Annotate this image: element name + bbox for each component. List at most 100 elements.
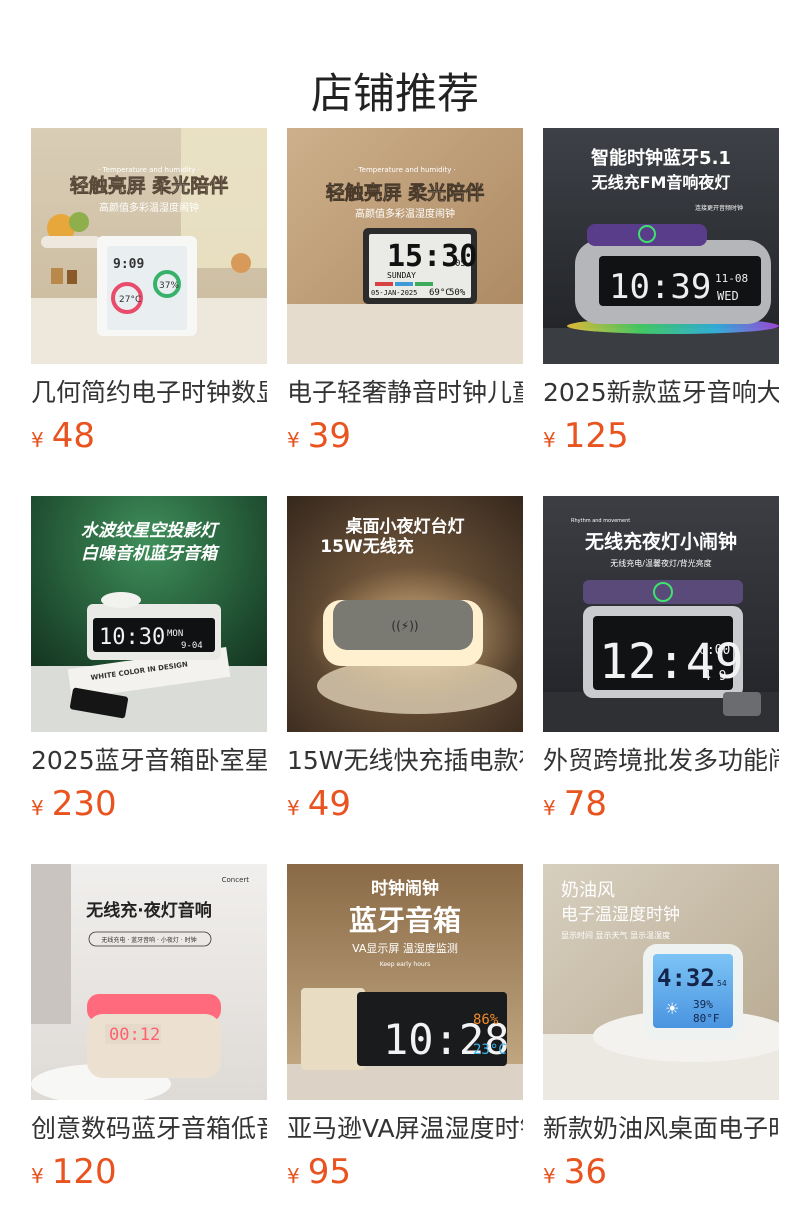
product-price: ¥120 (31, 1152, 267, 1192)
display-temp: 23°C (473, 1042, 507, 1058)
product-price: ¥230 (31, 784, 267, 824)
product-image[interactable]: 奶油风 电子温湿度时钟 显示时间 显示天气 显示温湿度 4:32 54 39% … (543, 864, 779, 1100)
price-value: 36 (563, 1152, 607, 1192)
image-headline: 无线充夜灯小闹钟 (585, 530, 737, 553)
image-subline: 显示时间 显示天气 显示温湿度 (561, 930, 670, 940)
currency-symbol: ¥ (31, 428, 44, 452)
currency-symbol: ¥ (543, 1164, 556, 1188)
price-value: 49 (307, 784, 351, 824)
image-headline-2: 电子温湿度时钟 (561, 905, 680, 925)
display-time: 4:32 (657, 964, 715, 992)
display-humidity: 50% (449, 288, 466, 298)
product-image[interactable]: Rhythm and movement 无线充夜灯小闹钟 无线充电/温馨夜灯/背… (543, 496, 779, 732)
product-name[interactable]: 2025蓝牙音箱卧室星空投影灯 (31, 744, 267, 778)
product-image[interactable]: Concert 无线充·夜灯音响 无线充电 · 蓝牙音响 · 小夜灯 · 时钟 … (31, 864, 267, 1100)
image-headline: 奶油风 (561, 880, 615, 901)
currency-symbol: ¥ (287, 1164, 300, 1188)
product-image[interactable]: 桌面小夜灯台灯 15W无线充 ((⚡)) (287, 496, 523, 732)
image-tag: · Temperature and humidity · (98, 166, 200, 174)
price-value: 230 (51, 784, 117, 824)
product-card[interactable]: 水波纹星空投影灯 白噪音机蓝牙音箱 10:30 MON 9-04 WHITE C… (31, 496, 267, 824)
product-card[interactable]: Rhythm and movement 无线充夜灯小闹钟 无线充电/温馨夜灯/背… (543, 496, 779, 824)
product-name[interactable]: 亚马逊VA屏温湿度时钟闹钟 (287, 1112, 523, 1146)
image-subline: 高颜值多彩温湿度闹钟 (355, 207, 455, 220)
product-image[interactable]: · Temperature and humidity · 轻触亮屏 柔光陪伴 高… (287, 128, 523, 364)
image-headline: 轻触亮屏 柔光陪伴 (326, 181, 485, 204)
image-subline: VA显示屏 温湿度监测 (352, 941, 458, 955)
product-card[interactable]: Concert 无线充·夜灯音响 无线充电 · 蓝牙音响 · 小夜灯 · 时钟 … (31, 864, 267, 1192)
display-date: 4 9 (703, 669, 726, 684)
display-alarm: 6:00 (699, 643, 730, 658)
image-subline: 无线充FM音响夜灯 (591, 173, 731, 192)
display-day: SUNDAY (387, 271, 416, 280)
currency-symbol: ¥ (31, 796, 44, 820)
currency-symbol: ¥ (543, 796, 556, 820)
display-date: 9-04 (181, 641, 203, 651)
wireless-charge-icon: ((⚡)) (391, 619, 418, 633)
price-value: 125 (563, 416, 629, 456)
image-headline: 时钟闹钟 (371, 878, 439, 899)
product-price: ¥95 (287, 1152, 523, 1192)
product-price: ¥36 (543, 1152, 779, 1192)
image-tag: · Temperature and humidity · (354, 166, 456, 174)
product-name[interactable]: 几何简约电子时钟数显温湿度计 (31, 376, 267, 410)
product-card[interactable]: · Temperature and humidity · 轻触亮屏 柔光陪伴 高… (287, 128, 523, 456)
display-date: 11-08 (715, 272, 748, 285)
image-headline: 水波纹星空投影灯 (81, 521, 220, 541)
display-date: 05-JAN-2025 (371, 289, 417, 297)
product-price: ¥39 (287, 416, 523, 456)
product-name[interactable]: 创意数码蓝牙音箱低音炮 (31, 1112, 267, 1146)
product-card[interactable]: 桌面小夜灯台灯 15W无线充 ((⚡)) 15W无线快充插电款夜灯台灯 ¥49 (287, 496, 523, 824)
image-note: Keep early hours (380, 961, 431, 968)
display-seconds: 54 (717, 979, 727, 988)
image-subline: 无线充电/温馨夜灯/背光亮度 (610, 558, 711, 568)
display-time: 9:09 (113, 257, 144, 272)
image-headline: 轻触亮屏 柔光陪伴 (70, 174, 229, 197)
product-name[interactable]: 新款奶油风桌面电子时钟 (543, 1112, 779, 1146)
product-name[interactable]: 外贸跨境批发多功能闹钟 (543, 744, 779, 778)
price-value: 78 (563, 784, 607, 824)
image-brand: Concert (222, 876, 250, 884)
display-seconds: 05 (455, 259, 466, 269)
image-small-label: Rhythm and movement (571, 518, 630, 524)
display-weekday: MON (167, 629, 183, 639)
product-price: ¥78 (543, 784, 779, 824)
product-card[interactable]: · Temperature and humidity · 轻触亮屏 柔光陪伴 高… (31, 128, 267, 456)
weather-sun-icon: ☀ (665, 999, 679, 1018)
display-humidity: 39% (693, 998, 713, 1011)
image-subline: 无线充电 · 蓝牙音响 · 小夜灯 · 时钟 (101, 936, 196, 944)
image-note: 连接更开音频时钟 (695, 204, 743, 212)
display-temp: 27°C (119, 295, 141, 305)
product-image[interactable]: · Temperature and humidity · 轻触亮屏 柔光陪伴 高… (31, 128, 267, 364)
image-headline: 桌面小夜灯台灯 (346, 516, 465, 537)
image-headline: 智能时钟蓝牙5.1 (591, 147, 731, 169)
price-value: 39 (307, 416, 351, 456)
price-value: 48 (51, 416, 95, 456)
product-name[interactable]: 2025新款蓝牙音响大屏闹钟 (543, 376, 779, 410)
image-subline: 高颜值多彩温湿度闹钟 (99, 201, 199, 214)
product-card[interactable]: 奶油风 电子温湿度时钟 显示时间 显示天气 显示温湿度 4:32 54 39% … (543, 864, 779, 1192)
product-image[interactable]: 智能时钟蓝牙5.1 无线充FM音响夜灯 连接更开音频时钟 10:39 11-08… (543, 128, 779, 364)
product-price: ¥125 (543, 416, 779, 456)
display-time: 10:30 (99, 625, 165, 650)
display-weekday: WED (717, 289, 739, 303)
display-temp: 80°F (693, 1012, 720, 1025)
currency-symbol: ¥ (287, 796, 300, 820)
product-image[interactable]: 水波纹星空投影灯 白噪音机蓝牙音箱 10:30 MON 9-04 WHITE C… (31, 496, 267, 732)
product-name[interactable]: 电子轻奢静音时钟儿童卧室 (287, 376, 523, 410)
currency-symbol: ¥ (543, 428, 556, 452)
display-time: 00:12 (109, 1025, 160, 1045)
product-image[interactable]: 时钟闹钟 蓝牙音箱 VA显示屏 温湿度监测 Keep early hours 1… (287, 864, 523, 1100)
product-name[interactable]: 15W无线快充插电款夜灯台灯 (287, 744, 523, 778)
image-subline: 15W无线充 (320, 536, 413, 557)
page-title: 店铺推荐 (310, 69, 479, 119)
display-time: 10:39 (609, 267, 711, 307)
image-headline: 无线充·夜灯音响 (85, 900, 211, 921)
product-price: ¥48 (31, 416, 267, 456)
image-subline: 白噪音机蓝牙音箱 (81, 544, 220, 564)
product-grid: · Temperature and humidity · 轻触亮屏 柔光陪伴 高… (31, 128, 779, 1192)
product-card[interactable]: 时钟闹钟 蓝牙音箱 VA显示屏 温湿度监测 Keep early hours 1… (287, 864, 523, 1192)
currency-symbol: ¥ (31, 1164, 44, 1188)
product-card[interactable]: 智能时钟蓝牙5.1 无线充FM音响夜灯 连接更开音频时钟 10:39 11-08… (543, 128, 779, 456)
display-humidity: 37% (159, 281, 179, 291)
